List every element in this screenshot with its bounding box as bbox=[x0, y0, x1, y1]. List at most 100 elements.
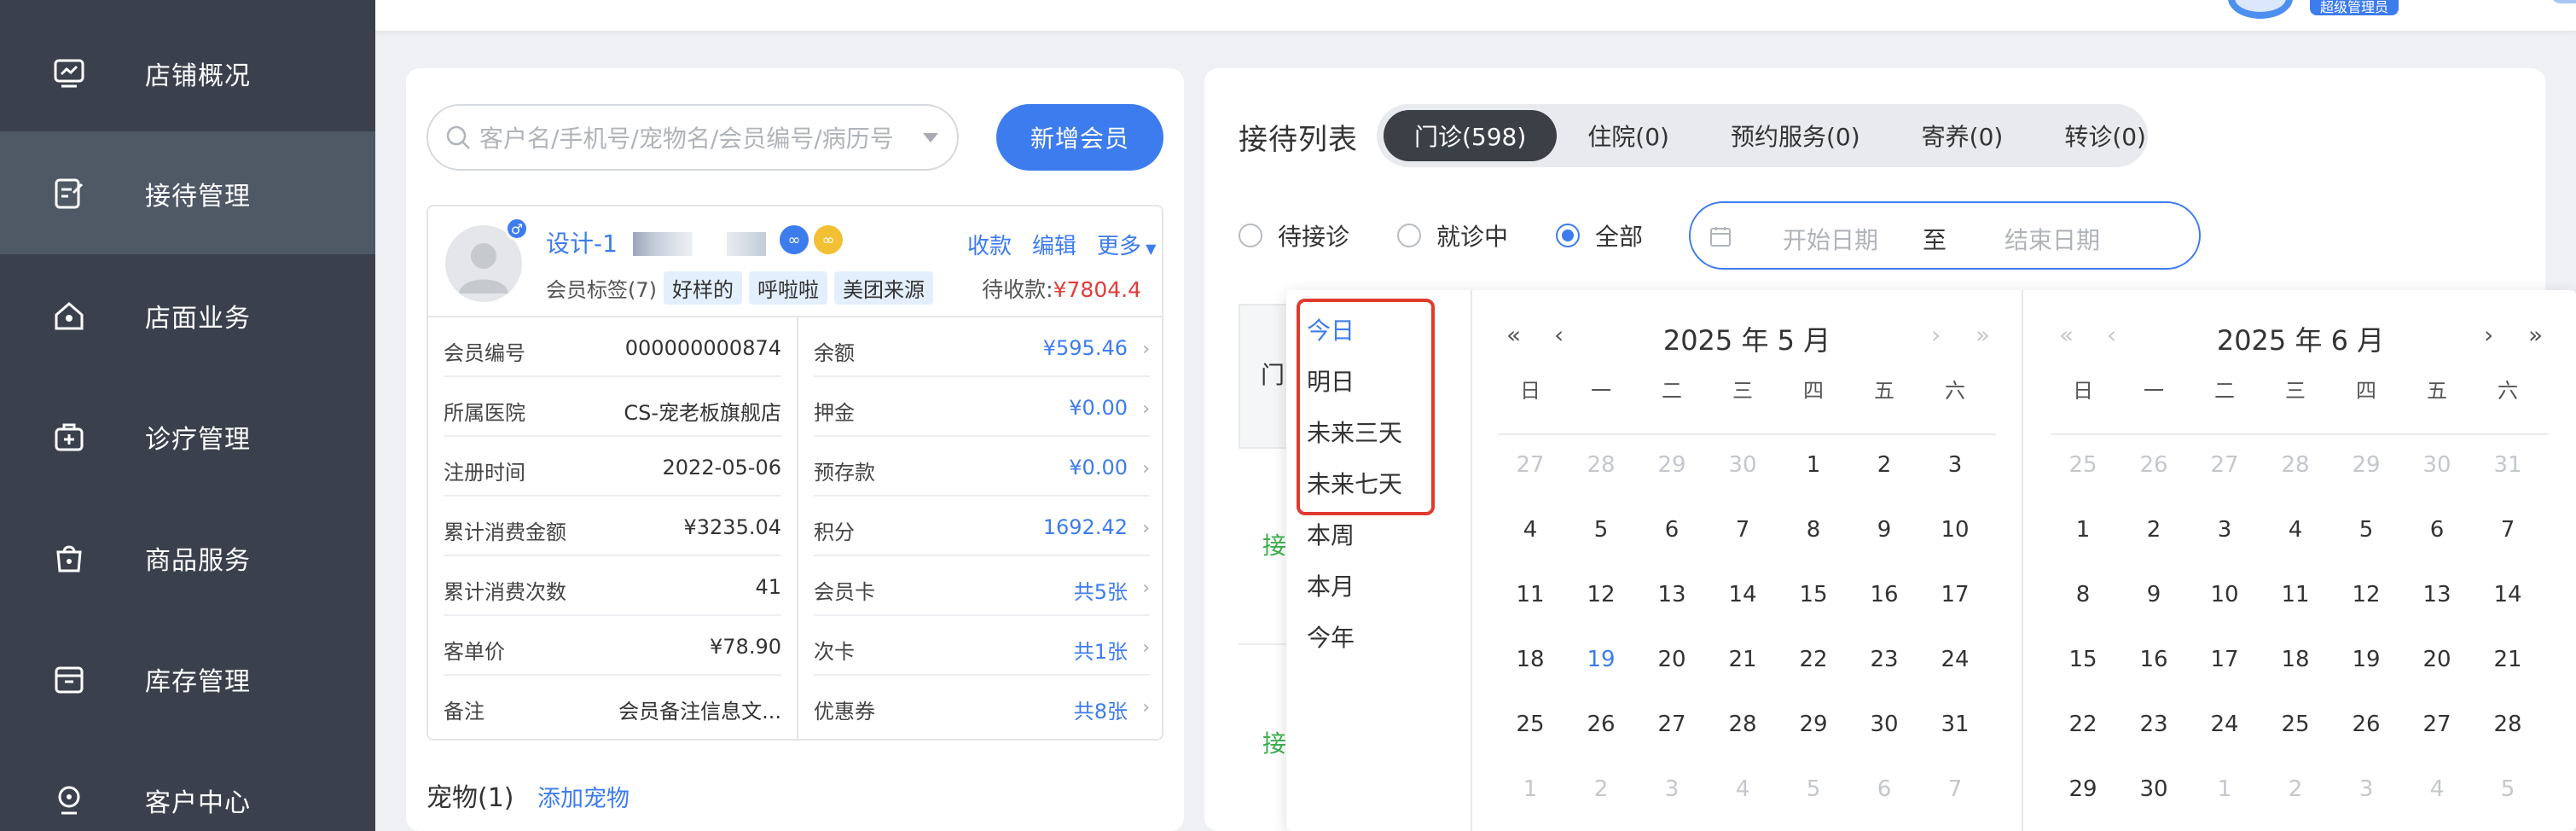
calendar-day[interactable]: 3 bbox=[1929, 452, 1981, 478]
calendar-day[interactable]: 27 bbox=[2411, 712, 2463, 737]
calendar-day[interactable]: 12 bbox=[2341, 582, 2392, 607]
calendar-day[interactable]: 26 bbox=[2128, 452, 2179, 478]
calendar-day[interactable]: 8 bbox=[2057, 582, 2109, 607]
shortcut-this-year[interactable]: 今年 bbox=[1307, 619, 1355, 654]
calendar-day[interactable]: 29 bbox=[2057, 776, 2109, 802]
account-row[interactable]: 会员卡 共5张 › bbox=[814, 556, 1150, 616]
calendar-day[interactable]: 25 bbox=[2270, 712, 2321, 737]
calendar-day[interactable]: 16 bbox=[1859, 582, 1910, 607]
tab-appointment[interactable]: 预约服务(0) bbox=[1700, 110, 1891, 161]
sidebar-item-store-business[interactable]: 店面业务 bbox=[0, 255, 375, 376]
calendar-day[interactable]: 1 bbox=[1788, 452, 1839, 478]
chevron-down-icon[interactable] bbox=[923, 133, 938, 142]
add-member-button[interactable]: 新增会员 bbox=[996, 104, 1163, 171]
calendar-day[interactable]: 28 bbox=[1717, 712, 1768, 737]
tab-referral[interactable]: 转诊(0) bbox=[2034, 110, 2177, 161]
calendar-day[interactable]: 4 bbox=[1717, 776, 1768, 802]
calendar-day[interactable]: 18 bbox=[2270, 647, 2321, 672]
account-row[interactable]: 余额 ¥595.46 › bbox=[814, 317, 1150, 377]
chain-icon[interactable]: ∞ bbox=[814, 225, 843, 254]
calendar-day[interactable]: 22 bbox=[1788, 647, 1839, 672]
calendar-day[interactable]: 27 bbox=[1505, 452, 1556, 478]
sidebar-item-store-overview[interactable]: 店铺概况 bbox=[0, 13, 375, 134]
calendar-day[interactable]: 1 bbox=[1505, 776, 1556, 802]
more-dropdown[interactable]: 更多 ▼ bbox=[1097, 229, 1156, 260]
calendar-day[interactable]: 5 bbox=[2341, 517, 2392, 543]
end-date-input[interactable]: 结束日期 bbox=[2005, 222, 2100, 256]
calendar-day[interactable]: 2 bbox=[2128, 517, 2179, 543]
calendar-day[interactable]: 7 bbox=[1929, 776, 1981, 802]
calendar-day[interactable]: 20 bbox=[2411, 647, 2463, 672]
calendar-day[interactable]: 14 bbox=[2482, 582, 2533, 607]
header-action-button[interactable] bbox=[2550, 0, 2576, 3]
calendar-day[interactable]: 8 bbox=[1788, 517, 1839, 543]
calendar-day[interactable]: 27 bbox=[1646, 712, 1697, 737]
calendar-day[interactable]: 10 bbox=[2199, 582, 2250, 607]
calendar-day[interactable]: 21 bbox=[1717, 647, 1768, 672]
calendar-day[interactable]: 2 bbox=[1859, 452, 1910, 478]
date-range-picker[interactable]: 开始日期 至 结束日期 bbox=[1689, 201, 2201, 270]
calendar-day[interactable]: 30 bbox=[1859, 712, 1910, 737]
tab-outpatient[interactable]: 门诊(598) bbox=[1384, 110, 1558, 161]
shortcut-this-month[interactable]: 本月 bbox=[1307, 568, 1355, 602]
start-date-input[interactable]: 开始日期 bbox=[1783, 222, 1878, 256]
add-pet-link[interactable]: 添加宠物 bbox=[537, 780, 629, 813]
calendar-day[interactable]: 27 bbox=[2199, 452, 2250, 478]
account-row[interactable]: 押金 ¥0.00 › bbox=[814, 377, 1150, 437]
calendar-day[interactable]: 31 bbox=[1929, 712, 1981, 737]
member-name[interactable]: 设计-1 bbox=[546, 225, 618, 259]
calendar-day[interactable]: 19 bbox=[2341, 647, 2392, 672]
calendar-day[interactable]: 13 bbox=[1646, 582, 1697, 607]
sidebar-item-medical[interactable]: 诊疗管理 bbox=[0, 376, 375, 497]
calendar-day[interactable]: 24 bbox=[1929, 647, 1981, 672]
calendar-day[interactable]: 7 bbox=[1717, 517, 1768, 543]
calendar-day[interactable]: 4 bbox=[1505, 517, 1556, 543]
calendar-day[interactable]: 22 bbox=[2057, 712, 2109, 737]
calendar-day[interactable]: 21 bbox=[2482, 647, 2533, 672]
calendar-day[interactable]: 28 bbox=[2482, 712, 2533, 737]
calendar-day[interactable]: 25 bbox=[2057, 452, 2109, 478]
member-search-input[interactable]: 客户名/手机号/宠物名/会员编号/病历号 bbox=[426, 104, 959, 171]
calendar-day[interactable]: 1 bbox=[2199, 776, 2250, 802]
radio-waiting[interactable]: 待接诊 bbox=[1239, 218, 1349, 253]
calendar-day[interactable]: 6 bbox=[2411, 517, 2463, 543]
calendar-day[interactable]: 30 bbox=[2128, 776, 2179, 802]
sidebar-item-inventory[interactable]: 库存管理 bbox=[0, 619, 375, 740]
calendar-day[interactable]: 14 bbox=[1717, 582, 1768, 607]
collect-payment-link[interactable]: 收款 bbox=[967, 229, 1012, 260]
calendar-day[interactable]: 24 bbox=[2199, 712, 2250, 737]
account-row[interactable]: 次卡 共1张 › bbox=[814, 616, 1150, 676]
calendar-day[interactable]: 29 bbox=[1788, 712, 1839, 737]
account-row[interactable]: 积分 1692.42 › bbox=[814, 497, 1150, 556]
calendar-day[interactable]: 5 bbox=[1575, 517, 1627, 543]
calendar-day[interactable]: 5 bbox=[1788, 776, 1839, 802]
calendar-day[interactable]: 23 bbox=[1859, 647, 1910, 672]
account-row[interactable]: 优惠券 共8张 › bbox=[814, 676, 1150, 735]
calendar-day[interactable]: 9 bbox=[2128, 582, 2179, 607]
calendar-day[interactable]: 19 bbox=[1575, 647, 1627, 672]
calendar-day[interactable]: 1 bbox=[2057, 517, 2109, 543]
calendar-day[interactable]: 31 bbox=[2482, 452, 2533, 478]
calendar-day[interactable]: 6 bbox=[1859, 776, 1910, 802]
next-year-icon[interactable]: » bbox=[2528, 321, 2543, 349]
shortcut-this-week[interactable]: 本周 bbox=[1307, 517, 1355, 551]
calendar-day[interactable]: 17 bbox=[2199, 647, 2250, 672]
calendar-day[interactable]: 13 bbox=[2411, 582, 2463, 607]
edit-link[interactable]: 编辑 bbox=[1032, 229, 1076, 260]
calendar-day[interactable]: 11 bbox=[1505, 582, 1556, 607]
calendar-day[interactable]: 29 bbox=[2341, 452, 2392, 478]
calendar-day[interactable]: 15 bbox=[2057, 647, 2109, 672]
calendar-day[interactable]: 12 bbox=[1575, 582, 1627, 607]
calendar-day[interactable]: 26 bbox=[2341, 712, 2392, 737]
calendar-day[interactable]: 6 bbox=[1646, 517, 1697, 543]
sidebar-item-goods-service[interactable]: 商品服务 bbox=[0, 497, 375, 619]
calendar-day[interactable]: 23 bbox=[2128, 712, 2179, 737]
calendar-day[interactable]: 15 bbox=[1788, 582, 1839, 607]
calendar-day[interactable]: 16 bbox=[2128, 647, 2179, 672]
calendar-day[interactable]: 3 bbox=[2341, 776, 2392, 802]
radio-in-progress[interactable]: 就诊中 bbox=[1397, 218, 1508, 253]
account-row[interactable]: 预存款 ¥0.00 › bbox=[814, 437, 1150, 497]
calendar-day[interactable]: 30 bbox=[2411, 452, 2463, 478]
calendar-day[interactable]: 26 bbox=[1575, 712, 1627, 737]
calendar-day[interactable]: 28 bbox=[2270, 452, 2321, 478]
